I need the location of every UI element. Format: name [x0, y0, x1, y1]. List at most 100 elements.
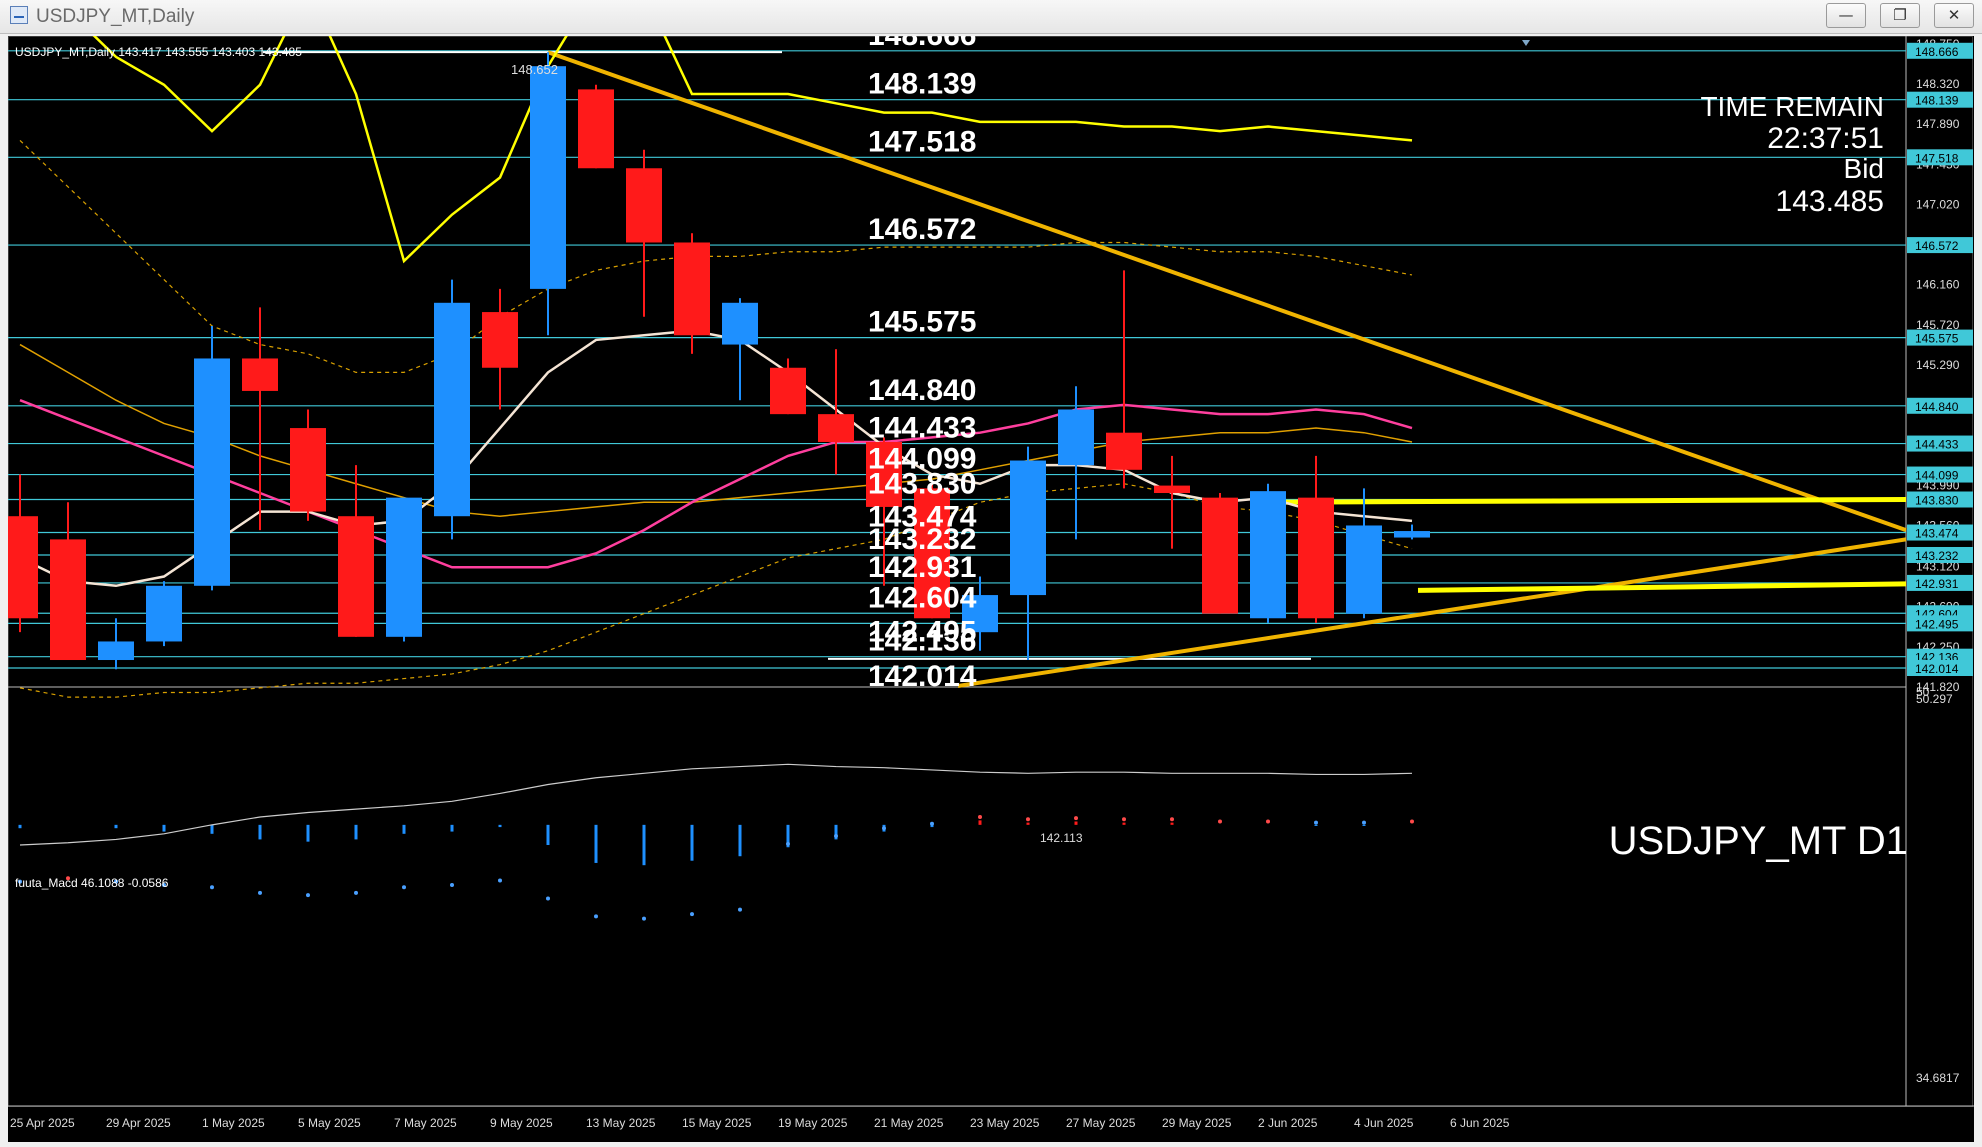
- macd-dot: [834, 834, 838, 839]
- macd-dot: [978, 815, 982, 820]
- restore-icon: ❐: [1893, 6, 1907, 24]
- macd-dot: [786, 841, 790, 846]
- close-icon: ✕: [1947, 6, 1961, 24]
- macd-axis-bottom: 34.6817: [1916, 1071, 1960, 1085]
- candle-body: [386, 497, 422, 637]
- level-label: 146.572: [868, 213, 976, 246]
- macd-dot: [642, 916, 646, 921]
- macd-axis-top2: 50: [1916, 685, 1930, 699]
- resistance-line: [1252, 497, 1907, 505]
- date-axis-label: 7 May 2025: [394, 1116, 457, 1130]
- date-axis-label: 21 May 2025: [874, 1116, 944, 1130]
- close-button[interactable]: ✕: [1934, 3, 1974, 28]
- level-price-tag-text: 142.014: [1915, 662, 1959, 676]
- low-price-label: 142.113: [1040, 831, 1083, 845]
- candle-body: [530, 66, 566, 289]
- level-label: 147.518: [868, 125, 976, 158]
- level-label: 142.014: [868, 660, 977, 693]
- time-remain-label: TIME REMAIN: [1700, 91, 1884, 122]
- candle-body: [242, 358, 278, 391]
- minimize-button[interactable]: —: [1826, 3, 1866, 28]
- candle-body: [626, 168, 662, 243]
- date-axis-label: 4 Jun 2025: [1354, 1116, 1414, 1130]
- candle-body: [1202, 497, 1238, 614]
- date-axis-label: 1 May 2025: [202, 1116, 265, 1130]
- candle-body: [1010, 460, 1046, 596]
- time-remain-value: 22:37:51: [1767, 122, 1884, 155]
- level-price-tag-text: 142.495: [1915, 617, 1959, 631]
- candle-body: [1106, 432, 1142, 470]
- candle-body: [146, 585, 182, 642]
- window-title-bar: USDJPY_MT,Daily — ❐ ✕: [0, 0, 1982, 34]
- macd-dot: [1122, 817, 1126, 822]
- candle-body: [1250, 491, 1286, 619]
- level-label: 142.136: [868, 625, 976, 658]
- price-axis-label: 145.290: [1916, 358, 1960, 372]
- bid-label: Bid: [1844, 153, 1884, 184]
- candle-body: [2, 516, 38, 619]
- level-price-tag-text: 148.666: [1915, 45, 1959, 59]
- candle-body: [98, 641, 134, 661]
- date-axis-label: 23 May 2025: [970, 1116, 1040, 1130]
- date-axis-label: 19 May 2025: [778, 1116, 848, 1130]
- candle-body: [770, 367, 806, 415]
- macd-dot: [1026, 817, 1030, 822]
- price-axis-label: 148.320: [1916, 77, 1960, 91]
- restore-button[interactable]: ❐: [1880, 3, 1920, 28]
- macd-title: fuuta_Macd 46.1088 -0.0586: [15, 876, 169, 890]
- date-axis-label: 15 May 2025: [682, 1116, 752, 1130]
- level-label: 144.433: [868, 412, 976, 445]
- macd-dot: [594, 914, 598, 919]
- date-axis-label: 25 Apr 2025: [10, 1116, 75, 1130]
- chart-area[interactable]: 148.666 148.139 147.518 146.572 145.575 144.8…: [2, 0, 1974, 1142]
- date-axis-label: 27 May 2025: [1066, 1116, 1136, 1130]
- macd-dot: [1362, 820, 1366, 825]
- peak-price-label: 148.652: [511, 62, 558, 77]
- level-label: 144.840: [868, 374, 976, 407]
- macd-dot: [1170, 817, 1174, 822]
- macd-dot: [738, 907, 742, 912]
- macd-dot: [690, 912, 694, 917]
- level-price-tag-text: 144.840: [1915, 400, 1959, 414]
- candle-body: [482, 312, 518, 368]
- date-axis-label: 29 May 2025: [1162, 1116, 1232, 1130]
- level-label: 145.575: [868, 306, 976, 339]
- chart-header: USDJPY_MT,Daily 143.417 143.555 143.403 …: [15, 45, 302, 59]
- price-chart[interactable]: 148.666 148.139 147.518 146.572 145.575 144.8…: [2, 0, 1974, 1142]
- candle-body: [1058, 409, 1094, 466]
- macd-dot: [930, 821, 934, 826]
- level-price-tag-text: 143.474: [1915, 527, 1959, 541]
- candle-body: [818, 414, 854, 442]
- date-axis-label: 9 May 2025: [490, 1116, 553, 1130]
- symbol-watermark: USDJPY_MT D1: [1609, 819, 1908, 863]
- candle-body: [434, 302, 470, 517]
- bid-value: 143.485: [1776, 185, 1884, 218]
- level-price-tag-text: 146.572: [1915, 239, 1959, 253]
- level-label: 142.604: [868, 581, 977, 614]
- candle-body: [194, 358, 230, 586]
- chart-window-icon: [10, 6, 28, 24]
- candle-body: [674, 242, 710, 336]
- date-axis-label: 29 Apr 2025: [106, 1116, 171, 1130]
- level-label: 142.931: [868, 551, 976, 584]
- candle-body: [1154, 485, 1190, 494]
- date-axis-label: 5 May 2025: [298, 1116, 361, 1130]
- candle-body: [290, 428, 326, 512]
- date-axis-label: 6 Jun 2025: [1450, 1116, 1510, 1130]
- price-axis-label: 147.020: [1916, 198, 1960, 212]
- level-price-tag-text: 142.931: [1915, 577, 1959, 591]
- macd-dot: [450, 883, 454, 888]
- level-price-tag-text: 147.518: [1915, 151, 1959, 165]
- minimize-icon: —: [1838, 6, 1854, 24]
- price-axis-label: 147.890: [1916, 117, 1960, 131]
- level-label: 148.666: [868, 36, 976, 52]
- level-price-tag-text: 143.232: [1915, 549, 1959, 563]
- candle-body: [1394, 531, 1430, 538]
- candle-body: [722, 302, 758, 345]
- level-price-tag-text: 145.575: [1915, 332, 1959, 346]
- macd-dot: [1314, 820, 1318, 825]
- macd-dot: [1266, 819, 1270, 824]
- price-axis-label: 146.160: [1916, 277, 1960, 291]
- macd-dot: [1074, 816, 1078, 821]
- level-label: 143.830: [868, 468, 976, 501]
